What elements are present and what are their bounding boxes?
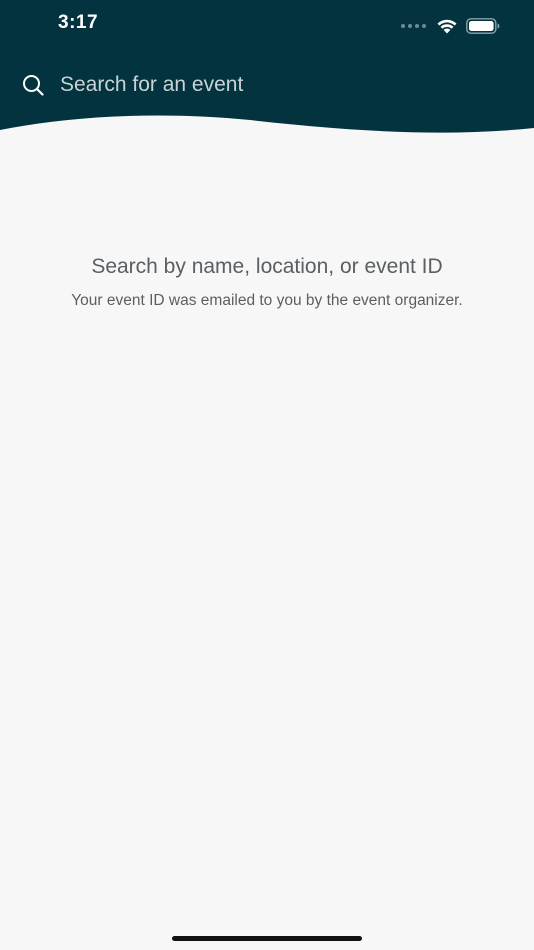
signal-icon <box>401 24 426 28</box>
app-screen: 3:17 Search for an event Search by name,… <box>0 0 534 950</box>
empty-state: Search by name, location, or event ID Yo… <box>60 254 474 311</box>
empty-state-subtitle: Your event ID was emailed to you by the … <box>71 292 463 309</box>
status-time: 3:17 <box>58 12 99 33</box>
header: 3:17 <box>0 0 534 135</box>
search-input[interactable] <box>60 68 500 102</box>
search-bar[interactable] <box>0 62 534 106</box>
battery-icon <box>466 18 500 34</box>
search-icon[interactable] <box>22 74 44 96</box>
home-indicator[interactable] <box>172 936 362 941</box>
status-bar: 3:17 <box>0 0 534 50</box>
wifi-icon <box>437 19 457 34</box>
empty-state-title: Search by name, location, or event ID <box>91 255 443 278</box>
status-indicators <box>401 16 500 36</box>
